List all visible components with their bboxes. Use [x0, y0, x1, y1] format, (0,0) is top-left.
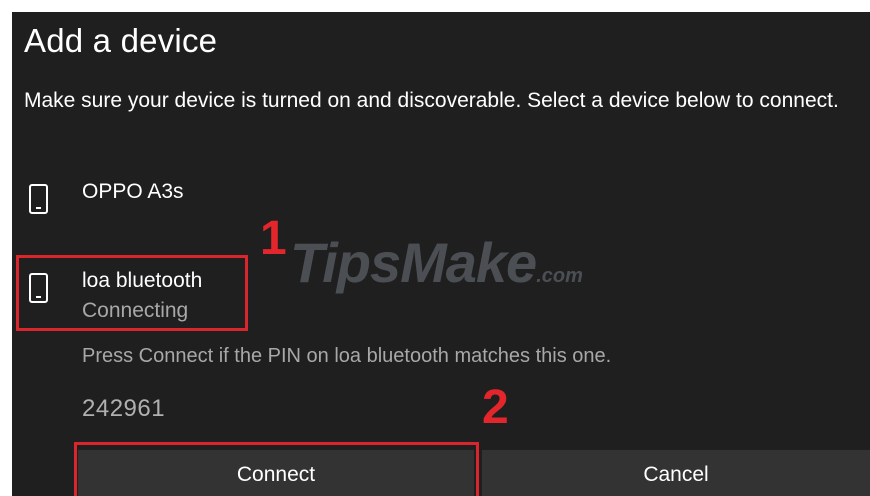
pin-code: 242961 [82, 395, 166, 422]
pin-prompt: Press Connect if the PIN on loa bluetoot… [82, 345, 612, 367]
dialog-title: Add a device [24, 22, 218, 59]
watermark-logo: TipsMake.com [290, 231, 583, 294]
dialog-instructions: Make sure your device is turned on and d… [24, 89, 839, 112]
highlight-box-connect [74, 442, 479, 496]
device-name: OPPO A3s [82, 180, 184, 203]
step-number-1: 1 [260, 212, 287, 265]
cancel-button[interactable]: Cancel [482, 450, 870, 496]
highlight-box-device [16, 255, 248, 331]
phone-icon [29, 184, 48, 214]
step-number-2: 2 [482, 381, 509, 434]
add-device-dialog: Add a device Make sure your device is tu… [12, 12, 870, 496]
